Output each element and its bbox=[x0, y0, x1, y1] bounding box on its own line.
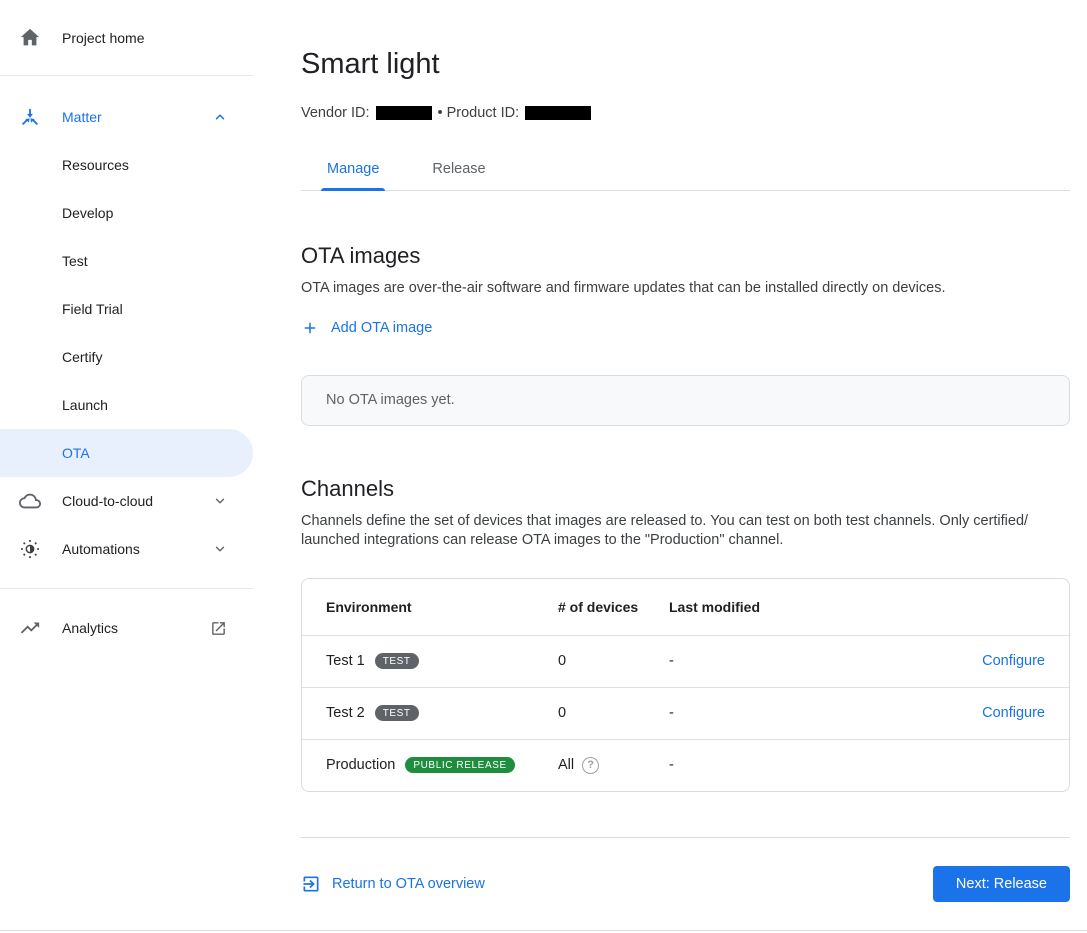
page-title: Smart light bbox=[301, 48, 1070, 81]
trending-up-icon bbox=[18, 616, 42, 640]
channels-title: Channels bbox=[301, 476, 1070, 502]
sidebar: Project home Matter Resources Develop Te… bbox=[0, 0, 253, 652]
cloud-icon bbox=[18, 489, 42, 513]
environment-name: Test 2 bbox=[326, 705, 365, 721]
sidebar-item-test[interactable]: Test bbox=[0, 237, 253, 285]
product-id-redacted-value bbox=[525, 106, 591, 120]
sidebar-item-ota[interactable]: OTA bbox=[0, 429, 253, 477]
sidebar-item-matter[interactable]: Matter bbox=[0, 93, 253, 141]
product-meta: Vendor ID: • Product ID: bbox=[301, 105, 1070, 121]
meta-separator: • bbox=[438, 105, 443, 121]
footer-divider bbox=[301, 837, 1070, 838]
sidebar-item-launch[interactable]: Launch bbox=[0, 381, 253, 429]
last-modified-value: - bbox=[669, 653, 982, 669]
main-content: Smart light Vendor ID: • Product ID: Man… bbox=[301, 0, 1070, 902]
return-to-ota-overview-link[interactable]: Return to OTA overview bbox=[301, 874, 485, 894]
empty-message: No OTA images yet. bbox=[326, 392, 455, 408]
sidebar-item-label: Analytics bbox=[62, 620, 118, 636]
matter-logo-icon bbox=[18, 105, 42, 129]
status-badge: TEST bbox=[375, 653, 419, 669]
return-link-label: Return to OTA overview bbox=[332, 876, 485, 892]
devices-count: All bbox=[558, 757, 574, 773]
footer-actions: Return to OTA overview Next: Release bbox=[301, 866, 1070, 902]
sidebar-item-project-home[interactable]: Project home bbox=[0, 14, 253, 62]
sidebar-item-develop[interactable]: Develop bbox=[0, 189, 253, 237]
configure-link[interactable]: Configure bbox=[982, 653, 1045, 669]
environment-name: Production bbox=[326, 757, 395, 773]
vendor-id-redacted-value bbox=[376, 106, 432, 120]
sidebar-item-label: Certify bbox=[62, 349, 102, 365]
table-row: Production PUBLIC RELEASE All ? - bbox=[302, 739, 1069, 791]
chevron-up-icon bbox=[213, 110, 227, 124]
sidebar-item-certify[interactable]: Certify bbox=[0, 333, 253, 381]
sidebar-item-label: Matter bbox=[62, 109, 102, 125]
sidebar-item-label: Resources bbox=[62, 157, 129, 173]
sidebar-item-resources[interactable]: Resources bbox=[0, 141, 253, 189]
home-icon bbox=[18, 26, 42, 50]
ota-images-title: OTA images bbox=[301, 243, 1070, 269]
sidebar-item-label: Field Trial bbox=[62, 301, 123, 317]
sidebar-item-label: Project home bbox=[62, 30, 144, 46]
ota-images-empty-state: No OTA images yet. bbox=[301, 375, 1070, 426]
chevron-down-icon bbox=[213, 494, 227, 508]
tab-release[interactable]: Release bbox=[432, 161, 485, 190]
help-icon[interactable]: ? bbox=[582, 757, 599, 774]
last-modified-value: - bbox=[669, 757, 1045, 773]
header-last-modified: Last modified bbox=[669, 599, 1045, 615]
devices-count: 0 bbox=[558, 653, 669, 669]
header-environment: Environment bbox=[326, 599, 558, 615]
sidebar-item-automations[interactable]: Automations bbox=[0, 525, 253, 573]
channels-description: Channels define the set of devices that … bbox=[301, 512, 1046, 551]
sidebar-item-label: Launch bbox=[62, 397, 108, 413]
vendor-id-label: Vendor ID: bbox=[301, 105, 370, 121]
sidebar-divider bbox=[0, 75, 253, 76]
header-devices: # of devices bbox=[558, 599, 669, 615]
sidebar-divider bbox=[0, 588, 253, 589]
product-id-label: Product ID: bbox=[447, 105, 520, 121]
automations-icon bbox=[18, 537, 42, 561]
sidebar-item-analytics[interactable]: Analytics bbox=[0, 604, 253, 652]
open-in-new-icon bbox=[210, 620, 227, 637]
add-ota-image-label: Add OTA image bbox=[331, 320, 432, 336]
sidebar-item-cloud-to-cloud[interactable]: Cloud-to-cloud bbox=[0, 477, 253, 525]
last-modified-value: - bbox=[669, 705, 982, 721]
sidebar-item-label: Automations bbox=[62, 541, 140, 557]
table-header-row: Environment # of devices Last modified bbox=[302, 579, 1069, 635]
table-row: Test 2 TEST 0 - Configure bbox=[302, 687, 1069, 739]
status-badge: TEST bbox=[375, 705, 419, 721]
sidebar-item-label: Test bbox=[62, 253, 88, 269]
plus-icon bbox=[301, 319, 319, 337]
exit-to-app-icon bbox=[301, 874, 321, 894]
table-row: Test 1 TEST 0 - Configure bbox=[302, 635, 1069, 687]
next-release-button[interactable]: Next: Release bbox=[933, 866, 1070, 902]
chevron-down-icon bbox=[213, 542, 227, 556]
status-badge: PUBLIC RELEASE bbox=[405, 757, 514, 773]
sidebar-item-field-trial[interactable]: Field Trial bbox=[0, 285, 253, 333]
sidebar-item-label: OTA bbox=[62, 445, 90, 461]
page-bottom-border bbox=[0, 930, 1087, 931]
environment-name: Test 1 bbox=[326, 653, 365, 669]
ota-images-description: OTA images are over-the-air software and… bbox=[301, 279, 1046, 299]
sidebar-item-label: Cloud-to-cloud bbox=[62, 493, 153, 509]
tab-manage[interactable]: Manage bbox=[327, 161, 379, 190]
configure-link[interactable]: Configure bbox=[982, 705, 1045, 721]
sidebar-item-label: Develop bbox=[62, 205, 113, 221]
tab-bar: Manage Release bbox=[301, 161, 1070, 191]
devices-count: 0 bbox=[558, 705, 669, 721]
add-ota-image-button[interactable]: Add OTA image bbox=[301, 319, 432, 337]
channels-table: Environment # of devices Last modified T… bbox=[301, 578, 1070, 792]
